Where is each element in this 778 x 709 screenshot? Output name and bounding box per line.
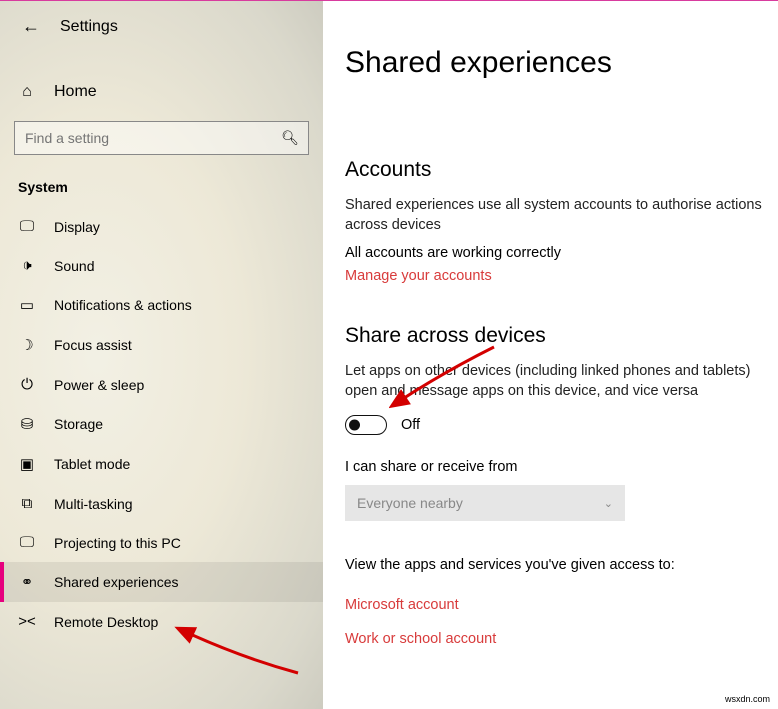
focus-icon: ☽	[18, 336, 36, 354]
page-title: Shared experiences	[345, 46, 764, 80]
search-input[interactable]	[14, 121, 309, 155]
nav-label: Projecting to this PC	[54, 535, 181, 551]
nav-multi-tasking[interactable]: ⧉ Multi-tasking	[0, 484, 323, 523]
storage-icon: ⛁	[18, 415, 36, 433]
nav-label: Sound	[54, 258, 94, 274]
nav-shared-experiences[interactable]: ⚭ Shared experiences	[0, 562, 323, 602]
access-view-label: View the apps and services you've given …	[345, 557, 764, 573]
accounts-description: Shared experiences use all system accoun…	[345, 196, 764, 235]
nav-tablet-mode[interactable]: ▣ Tablet mode	[0, 444, 323, 484]
power-icon: ⏻	[18, 376, 36, 393]
home-button[interactable]: ⌂ Home	[0, 73, 323, 111]
share-heading: Share across devices	[345, 324, 764, 348]
share-description: Let apps on other devices (including lin…	[345, 362, 764, 401]
nav-remote-desktop[interactable]: >< Remote Desktop	[0, 602, 323, 641]
nav-display[interactable]: 🖵 Display	[0, 207, 323, 246]
work-school-account-link[interactable]: Work or school account	[345, 631, 764, 647]
display-icon: 🖵	[18, 218, 36, 235]
nav-label: Notifications & actions	[54, 297, 192, 313]
shared-icon: ⚭	[18, 573, 36, 591]
section-heading: System	[0, 173, 323, 207]
search-icon: 🔍︎	[281, 130, 299, 147]
microsoft-account-link[interactable]: Microsoft account	[345, 597, 764, 613]
nav-storage[interactable]: ⛁ Storage	[0, 404, 323, 444]
share-toggle-label: Off	[401, 417, 420, 433]
home-icon: ⌂	[18, 83, 36, 101]
chevron-down-icon: ⌄	[604, 497, 613, 510]
home-label: Home	[54, 83, 97, 101]
nav-label: Focus assist	[54, 337, 132, 353]
search-container: 🔍︎	[14, 121, 309, 155]
back-button[interactable]: ←	[22, 16, 40, 37]
accounts-heading: Accounts	[345, 158, 764, 182]
nav-notifications[interactable]: ▭ Notifications & actions	[0, 285, 323, 325]
window-title: Settings	[60, 18, 118, 36]
share-from-dropdown[interactable]: Everyone nearby ⌄	[345, 485, 625, 521]
nav-label: Power & sleep	[54, 377, 144, 393]
nav-sound[interactable]: 🕩 Sound	[0, 246, 323, 285]
sound-icon: 🕩	[18, 257, 36, 274]
projecting-icon: 🖵	[18, 534, 36, 551]
accounts-status: All accounts are working correctly	[345, 245, 764, 261]
nav-label: Tablet mode	[54, 456, 130, 472]
watermark: wsxdn.com	[723, 693, 772, 705]
share-from-label: I can share or receive from	[345, 459, 764, 475]
sidebar: ← Settings ⌂ Home 🔍︎ System 🖵 Display 🕩 So…	[0, 0, 323, 709]
nav-focus-assist[interactable]: ☽ Focus assist	[0, 325, 323, 365]
dropdown-value: Everyone nearby	[357, 495, 463, 511]
nav-label: Display	[54, 219, 100, 235]
nav-label: Shared experiences	[54, 574, 179, 590]
nav-label: Multi-tasking	[54, 496, 133, 512]
multitasking-icon: ⧉	[18, 495, 36, 512]
nav-projecting[interactable]: 🖵 Projecting to this PC	[0, 523, 323, 562]
nav-label: Remote Desktop	[54, 614, 158, 630]
nav-power-sleep[interactable]: ⏻ Power & sleep	[0, 365, 323, 404]
manage-accounts-link[interactable]: Manage your accounts	[345, 268, 492, 284]
remote-icon: ><	[18, 613, 36, 630]
tablet-icon: ▣	[18, 455, 36, 473]
share-toggle[interactable]	[345, 415, 387, 435]
nav-label: Storage	[54, 416, 103, 432]
notifications-icon: ▭	[18, 296, 36, 314]
main-content: Shared experiences Accounts Shared exper…	[323, 0, 778, 709]
